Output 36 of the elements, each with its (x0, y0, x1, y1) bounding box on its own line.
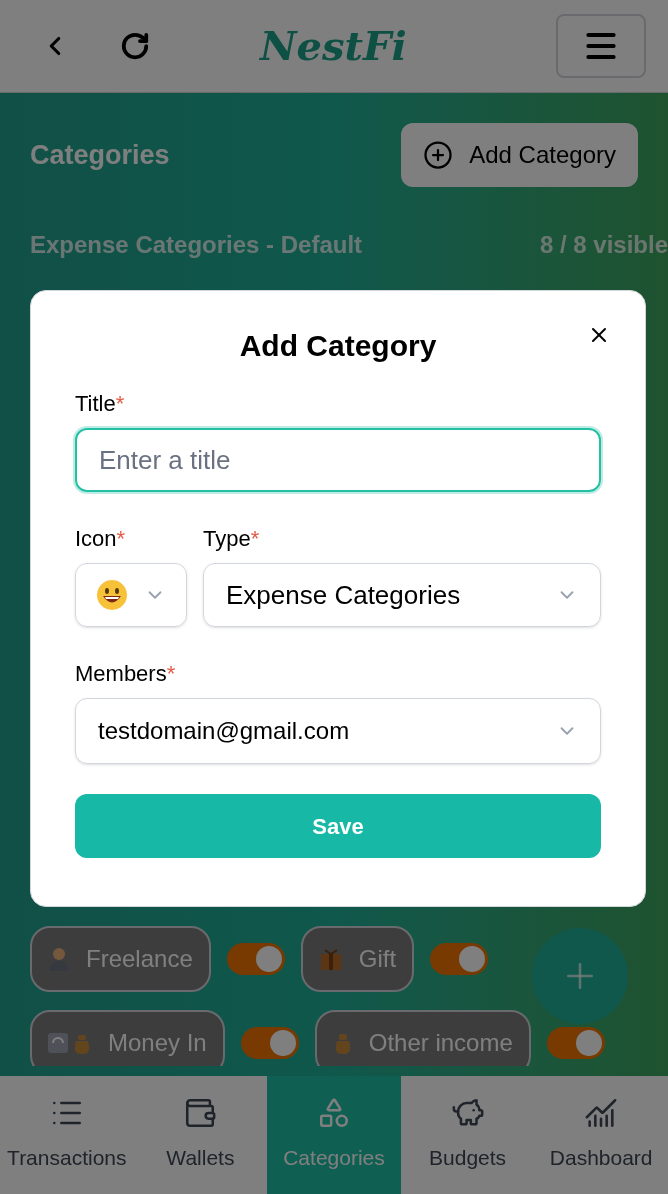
toggle-switch[interactable] (226, 943, 285, 975)
nav-tab[interactable]: Transactions (0, 1076, 134, 1194)
nav-tab[interactable]: Dashboard (534, 1076, 668, 1194)
smiley-icon (96, 579, 128, 611)
section-title: Expense Categories - Default (30, 230, 363, 260)
category-chip[interactable]: Money In (30, 1010, 225, 1066)
field-label: Members (75, 660, 167, 688)
category-chip[interactable]: Freelance (30, 926, 211, 992)
toggle-switch[interactable] (430, 943, 489, 975)
icon-picker[interactable] (75, 563, 187, 627)
page-title: Categories (30, 138, 170, 172)
person-icon (48, 947, 70, 971)
required-marker: * (166, 660, 176, 688)
field-label: Icon (75, 525, 117, 553)
title-input[interactable]: Enter a title (75, 428, 601, 492)
refresh-icon[interactable] (120, 31, 150, 61)
dialog-title: Add Category (238, 331, 438, 361)
gift-box-icon (318, 947, 343, 971)
type-select[interactable]: Expense Categories (203, 563, 601, 627)
add-category-button[interactable]: Add Category (401, 123, 638, 187)
category-chip[interactable]: Other income (314, 1010, 531, 1066)
visible-count: 8 / 8 visible (539, 230, 668, 260)
toggle-switch[interactable] (546, 1027, 605, 1059)
required-marker: * (116, 525, 126, 553)
required-marker: * (115, 390, 125, 418)
required-marker: * (250, 525, 260, 553)
add-icon (423, 140, 454, 170)
money-exchange-icon (48, 1031, 92, 1055)
field-label: Type (203, 525, 251, 553)
category-chip[interactable]: Gift (300, 926, 415, 992)
members-select[interactable]: testdomain@gmail.com (75, 698, 601, 764)
app-logo[interactable]: NestFi (260, 16, 407, 76)
toggle-switch[interactable] (240, 1027, 299, 1059)
field-label: Title (75, 390, 116, 418)
menu-button[interactable] (556, 14, 646, 78)
save-button[interactable]: Save (75, 794, 601, 858)
